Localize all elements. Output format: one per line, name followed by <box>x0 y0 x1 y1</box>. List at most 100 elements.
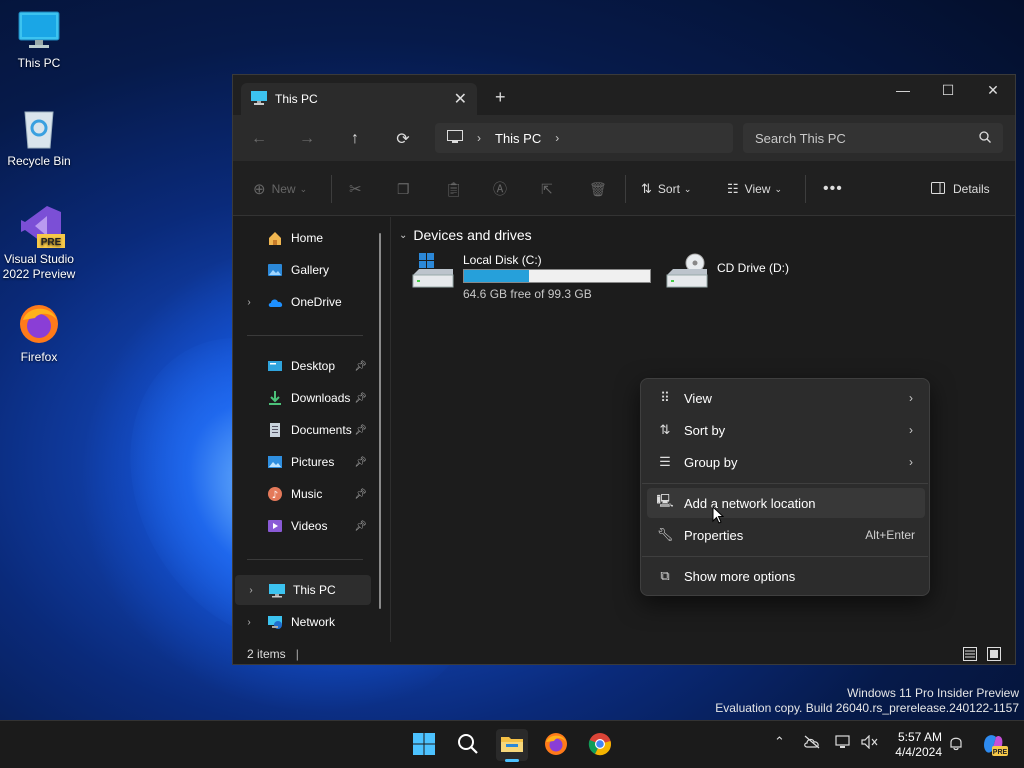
menu-separator <box>642 483 928 484</box>
new-label: New <box>271 182 296 196</box>
menu-item-group-by[interactable]: ☰ Group by › <box>647 447 925 477</box>
sidebar-item-home[interactable]: Home <box>233 223 371 253</box>
chevron-right-icon[interactable]: › <box>241 617 257 628</box>
menu-item-properties[interactable]: 🔧︎ Properties Alt+Enter <box>647 520 925 550</box>
clock[interactable]: 5:57 AM 4/4/2024 <box>890 730 942 760</box>
sidebar-item-label: Home <box>291 231 324 245</box>
start-button[interactable] <box>408 729 440 761</box>
new-tab-button[interactable]: + <box>495 87 506 108</box>
taskbar-chrome[interactable] <box>584 729 616 761</box>
close-window-button[interactable]: ✕ <box>970 75 1016 105</box>
rename-button[interactable]: Ⓐ <box>493 179 507 199</box>
group-by-icon: ☰ <box>659 454 671 469</box>
sidebar-item-this-pc[interactable]: › This PC <box>235 575 371 605</box>
sidebar-item-label: OneDrive <box>291 295 342 309</box>
sidebar-item-gallery[interactable]: Gallery <box>233 255 371 285</box>
menu-item-view[interactable]: ⠿ View › <box>647 383 925 413</box>
chevron-down-icon: ⌄ <box>774 183 782 194</box>
menu-item-label: View <box>684 390 712 406</box>
share-button[interactable]: ⇱ <box>541 179 553 199</box>
forward-button[interactable]: → <box>295 127 319 151</box>
more-icon: ••• <box>823 180 843 197</box>
up-button[interactable]: ↑ <box>343 127 367 151</box>
taskbar-file-explorer[interactable] <box>496 729 528 762</box>
show-hidden-icons-chevron-up-icon[interactable]: ⌃ <box>774 734 785 750</box>
item-count: 2 items <box>247 647 286 661</box>
chevron-right-icon[interactable]: › <box>477 131 481 145</box>
hard-drive-icon <box>411 253 457 293</box>
large-icons-view-icon[interactable] <box>987 647 1001 664</box>
new-button[interactable]: ⊕ New ⌄ <box>253 179 307 199</box>
search-box[interactable]: Search This PC <box>743 123 1003 153</box>
tab-this-pc[interactable]: This PC ✕ <box>241 83 477 115</box>
gallery-icon <box>267 262 285 278</box>
sidebar-item-downloads[interactable]: Downloads 📌︎ <box>233 383 371 413</box>
cut-button[interactable]: ✂ <box>349 179 362 199</box>
group-header-devices[interactable]: ⌄ Devices and drives <box>399 227 532 243</box>
pin-icon[interactable]: 📌︎ <box>354 521 367 532</box>
chevron-right-icon[interactable]: › <box>241 297 257 308</box>
delete-button[interactable]: 🗑︎ <box>589 179 607 199</box>
pin-icon[interactable]: 📌︎ <box>354 457 367 468</box>
sidebar-item-pictures[interactable]: Pictures 📌︎ <box>233 447 371 477</box>
sidebar-item-network[interactable]: › Network <box>233 607 371 637</box>
pin-icon[interactable]: 📌︎ <box>354 489 367 500</box>
videos-icon <box>267 518 285 534</box>
menu-item-show-more-options[interactable]: ⧉ Show more options <box>647 561 925 591</box>
volume-muted-icon[interactable] <box>861 734 879 752</box>
desktop-icon-visual-studio[interactable]: PRE Visual Studio 2022 Preview <box>0 204 78 282</box>
menu-item-add-network-location[interactable]: 🖳︎ Add a network location <box>647 488 925 518</box>
cloud-icon <box>267 294 285 310</box>
navigation-bar: ← → ↑ ⟳ › This PC › Search This PC <box>233 115 1015 161</box>
view-button[interactable]: ☷ View ⌄ <box>727 179 782 199</box>
taskbar-firefox[interactable] <box>540 729 572 761</box>
details-view-icon[interactable] <box>963 647 977 664</box>
refresh-button[interactable]: ⟳ <box>391 127 415 151</box>
chevron-right-icon[interactable]: › <box>243 585 259 596</box>
sidebar-item-label: Pictures <box>291 455 335 469</box>
details-button[interactable]: Details <box>931 179 990 199</box>
search-button[interactable] <box>452 729 484 761</box>
watermark-line-2: Evaluation copy. Build 26040.rs_prerelea… <box>715 701 1019 715</box>
close-tab-icon[interactable]: ✕ <box>454 89 467 109</box>
navigation-pane: Home Gallery › OneDrive Desktop 📌︎ Downl… <box>233 217 391 642</box>
sort-button[interactable]: ⇅ Sort ⌄ <box>641 179 691 199</box>
desktop-icon-recycle-bin[interactable]: Recycle Bin <box>0 106 78 169</box>
paste-button[interactable]: 📋︎ <box>445 179 463 199</box>
sidebar-item-onedrive[interactable]: › OneDrive <box>233 287 371 317</box>
chevron-right-icon[interactable]: › <box>555 131 559 145</box>
desktop-icon-this-pc[interactable]: This PC <box>0 8 78 71</box>
cloud-offline-icon[interactable] <box>803 735 821 752</box>
sidebar-item-desktop[interactable]: Desktop 📌︎ <box>233 351 371 381</box>
pin-icon[interactable]: 📌︎ <box>354 425 367 436</box>
sidebar-item-documents[interactable]: Documents 📌︎ <box>233 415 371 445</box>
sidebar-scrollbar[interactable] <box>379 233 381 609</box>
breadcrumb-this-pc[interactable]: This PC <box>495 131 541 146</box>
drive-usage-bar <box>463 269 651 283</box>
minimize-button[interactable]: — <box>880 75 926 105</box>
menu-item-sort-by[interactable]: ⇅ Sort by › <box>647 415 925 445</box>
see-more-button[interactable]: ••• <box>823 179 843 199</box>
tab-title: This PC <box>275 92 318 106</box>
pin-icon[interactable]: 📌︎ <box>354 361 367 372</box>
sidebar-item-music[interactable]: ♪ Music 📌︎ <box>233 479 371 509</box>
network-status-icon[interactable] <box>835 735 853 752</box>
copilot-button[interactable]: PRE <box>978 729 1010 761</box>
drive-local-disk-c[interactable]: Local Disk (C:) 64.6 GB free of 99.3 GB <box>411 253 651 301</box>
sidebar-item-label: Gallery <box>291 263 330 277</box>
sidebar-item-videos[interactable]: Videos 📌︎ <box>233 511 371 541</box>
pin-icon[interactable]: 📌︎ <box>354 393 367 404</box>
drive-cd-drive-d[interactable]: CD Drive (D:) <box>665 253 789 293</box>
notification-bell-icon[interactable] <box>948 735 964 754</box>
address-bar[interactable]: › This PC › <box>435 123 733 153</box>
copy-button[interactable]: ❐ <box>397 179 410 199</box>
command-bar: ⊕ New ⌄ ✂ ❐ 📋︎ Ⓐ ⇱ 🗑︎ ⇅ Sort ⌄ ☷ View ⌄ … <box>233 161 1015 216</box>
copy-icon: ❐ <box>397 180 410 197</box>
maximize-button[interactable]: ☐ <box>925 75 971 105</box>
share-icon: ⇱ <box>541 180 553 197</box>
back-button[interactable]: ← <box>247 127 271 151</box>
desktop-icon-firefox[interactable]: Firefox <box>0 302 78 365</box>
trash-icon: 🗑︎ <box>589 180 607 197</box>
firefox-icon <box>544 732 568 759</box>
search-input[interactable]: Search This PC <box>755 131 979 146</box>
